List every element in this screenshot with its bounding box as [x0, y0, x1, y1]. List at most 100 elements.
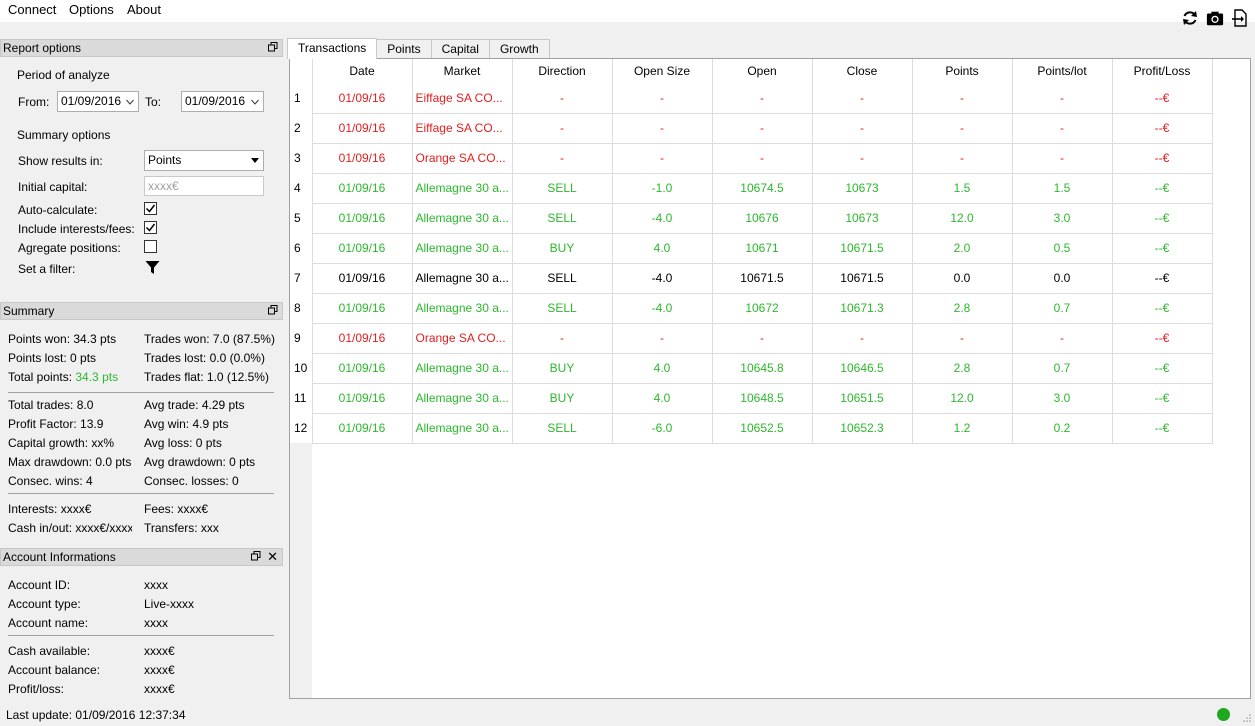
column-header-direction[interactable]: Direction — [512, 59, 613, 83]
tab-capital[interactable]: Capital — [430, 39, 490, 59]
include-fees-checkbox[interactable] — [144, 221, 157, 234]
cell-direction: SELL — [512, 173, 613, 204]
column-header-profit-loss[interactable]: Profit/Loss — [1112, 59, 1213, 83]
refresh-icon[interactable] — [1181, 9, 1199, 27]
resize-grip-icon[interactable] — [1242, 713, 1252, 723]
cell-direction: SELL — [512, 263, 613, 294]
filter-label: Set a filter: — [18, 262, 76, 276]
avg-loss: Avg loss: 0 pts — [144, 436, 222, 450]
table-row[interactable]: 4 01/09/16 Allemagne 30 a... SELL -1.0 10674.… — [290, 173, 1213, 204]
cell-date: 01/09/16 — [312, 113, 413, 144]
points-won: Points won: 34.3 pts — [8, 332, 117, 346]
account-title-text: Account Informations — [3, 550, 116, 564]
to-date-picker[interactable]: 01/09/2016 — [181, 91, 264, 112]
avg-trade: Avg trade: 4.29 pts — [144, 398, 245, 412]
cell-open-size: 4.0 — [612, 383, 713, 414]
account-name-value: xxxx — [144, 616, 168, 630]
column-header-market[interactable]: Market — [412, 59, 513, 83]
cell-open-size: -4.0 — [612, 203, 713, 234]
filter-icon[interactable] — [145, 260, 160, 278]
transactions-table: Date Market Direction Open Size Open Clo… — [290, 59, 1213, 444]
row-number: 10 — [290, 353, 313, 383]
cell-points: - — [912, 323, 1013, 354]
cell-market: Orange SA CO... — [412, 143, 513, 174]
column-header-open[interactable]: Open — [712, 59, 813, 83]
cell-market: Allemagne 30 a... — [412, 203, 513, 234]
cell-open-size: - — [612, 113, 713, 144]
camera-icon[interactable] — [1206, 9, 1224, 27]
account-title: Account Informations ✕ — [0, 548, 283, 566]
column-header-open-size[interactable]: Open Size — [612, 59, 713, 83]
tab-points[interactable]: Points — [376, 39, 432, 59]
cell-points-lot: - — [1012, 83, 1113, 114]
table-row[interactable]: 7 01/09/16 Allemagne 30 a... SELL -4.0 10671.… — [290, 263, 1213, 294]
float-icon[interactable] — [268, 42, 278, 52]
divider — [8, 493, 274, 494]
cell-points-lot: 0.5 — [1012, 233, 1113, 264]
cell-close: 10646.5 — [812, 353, 913, 384]
cell-date: 01/09/16 — [312, 203, 413, 234]
aggregate-checkbox[interactable] — [144, 240, 157, 253]
table-row[interactable]: 6 01/09/16 Allemagne 30 a... BUY 4.0 10671 106… — [290, 233, 1213, 264]
cash-available-label: Cash available: — [8, 644, 91, 658]
account-balance-label: Account balance: — [8, 663, 101, 677]
column-header-points-lot[interactable]: Points/lot — [1012, 59, 1113, 83]
table-row[interactable]: 12 01/09/16 Allemagne 30 a... SELL -6.0 10652… — [290, 413, 1213, 444]
tab-growth[interactable]: Growth — [488, 39, 550, 59]
cell-open: 10672 — [712, 293, 813, 324]
table-row[interactable]: 1 01/09/16 Eiffage SA CO... - - - - - - --€ — [290, 83, 1213, 114]
cell-open-size: -1.0 — [612, 173, 713, 204]
cell-market: Allemagne 30 a... — [412, 173, 513, 204]
cell-points-lot: 3.0 — [1012, 383, 1113, 414]
close-icon[interactable]: ✕ — [267, 549, 278, 565]
avg-win: Avg win: 4.9 pts — [144, 417, 229, 431]
table-row[interactable]: 3 01/09/16 Orange SA CO... - - - - - - --€ — [290, 143, 1213, 174]
float-icon[interactable] — [268, 305, 278, 315]
from-label: From: — [18, 95, 50, 109]
cell-direction: - — [512, 143, 613, 174]
menu-options[interactable]: Options — [69, 2, 114, 17]
from-date-picker[interactable]: 01/09/2016 — [57, 91, 139, 112]
row-number: 8 — [290, 293, 313, 323]
auto-calculate-checkbox[interactable] — [144, 202, 157, 215]
cell-open: - — [712, 143, 813, 174]
menu-connect[interactable]: Connect — [8, 2, 56, 17]
tab-transactions[interactable]: Transactions — [287, 38, 378, 59]
account-type-label: Account type: — [8, 597, 81, 611]
cell-date: 01/09/16 — [312, 143, 413, 174]
profit-factor: Profit Factor: 13.9 — [8, 417, 104, 431]
table-row[interactable]: 2 01/09/16 Eiffage SA CO... - - - - - - --€ — [290, 113, 1213, 144]
cell-market: Allemagne 30 a... — [412, 413, 513, 444]
table-row[interactable]: 11 01/09/16 Allemagne 30 a... BUY 4.0 10648.5… — [290, 383, 1213, 414]
cell-open: 10671.5 — [712, 263, 813, 294]
row-number: 6 — [290, 233, 313, 263]
column-header-date[interactable]: Date — [312, 59, 413, 83]
last-update: Last update: 01/09/2016 12:37:34 — [6, 708, 186, 722]
float-icon[interactable] — [251, 551, 261, 561]
divider — [8, 635, 274, 636]
cell-open-size: -4.0 — [612, 263, 713, 294]
initial-capital-input[interactable]: xxxx€ — [144, 176, 264, 196]
table-row[interactable]: 5 01/09/16 Allemagne 30 a... SELL -4.0 10676 1… — [290, 203, 1213, 234]
show-results-select[interactable]: Points — [144, 150, 264, 171]
menu-bar: Connect Options About — [0, 0, 1255, 22]
menu-about[interactable]: About — [127, 2, 161, 17]
cell-open-size: -6.0 — [612, 413, 713, 444]
column-header-close[interactable]: Close — [812, 59, 913, 83]
account-name-label: Account name: — [8, 616, 89, 630]
cell-profit-loss: --€ — [1112, 113, 1213, 144]
cell-points-lot: 0.0 — [1012, 263, 1113, 294]
export-icon[interactable] — [1231, 9, 1249, 27]
trades-won: Trades won: 7.0 (87.5%) — [144, 332, 275, 346]
column-header-points[interactable]: Points — [912, 59, 1013, 83]
table-row[interactable]: 10 01/09/16 Allemagne 30 a... BUY 4.0 10645.8… — [290, 353, 1213, 384]
cell-points-lot: - — [1012, 323, 1113, 354]
table-row[interactable]: 9 01/09/16 Orange SA CO... - - - - - - --€ — [290, 323, 1213, 354]
cell-market: Allemagne 30 a... — [412, 383, 513, 414]
table-row[interactable]: 8 01/09/16 Allemagne 30 a... SELL -4.0 10672 1… — [290, 293, 1213, 324]
cell-points: 2.8 — [912, 293, 1013, 324]
aggregate-label: Agregate positions: — [18, 241, 121, 255]
row-number: 3 — [290, 143, 313, 173]
include-fees-label: Include interests/fees: — [18, 222, 135, 236]
checkmark-icon — [145, 223, 156, 232]
